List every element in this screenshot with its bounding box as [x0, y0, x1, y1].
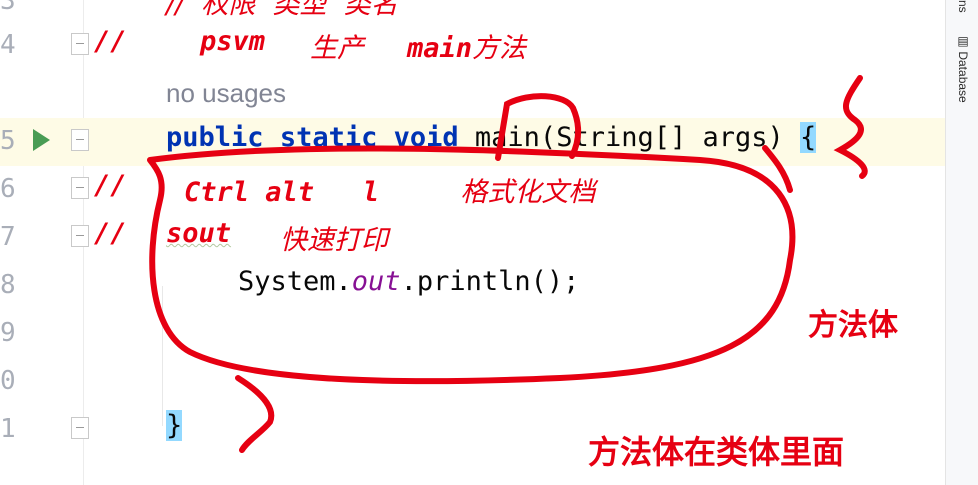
annotation-method-body: 方法体 — [808, 308, 898, 343]
ink-annotations — [147, 75, 868, 453]
ink-circle-method-body — [147, 145, 796, 385]
ink-brace-mark — [833, 75, 868, 179]
ink-brace-bottom — [235, 375, 275, 453]
annotation-in-class: 方法体在类体里面 — [588, 433, 845, 471]
